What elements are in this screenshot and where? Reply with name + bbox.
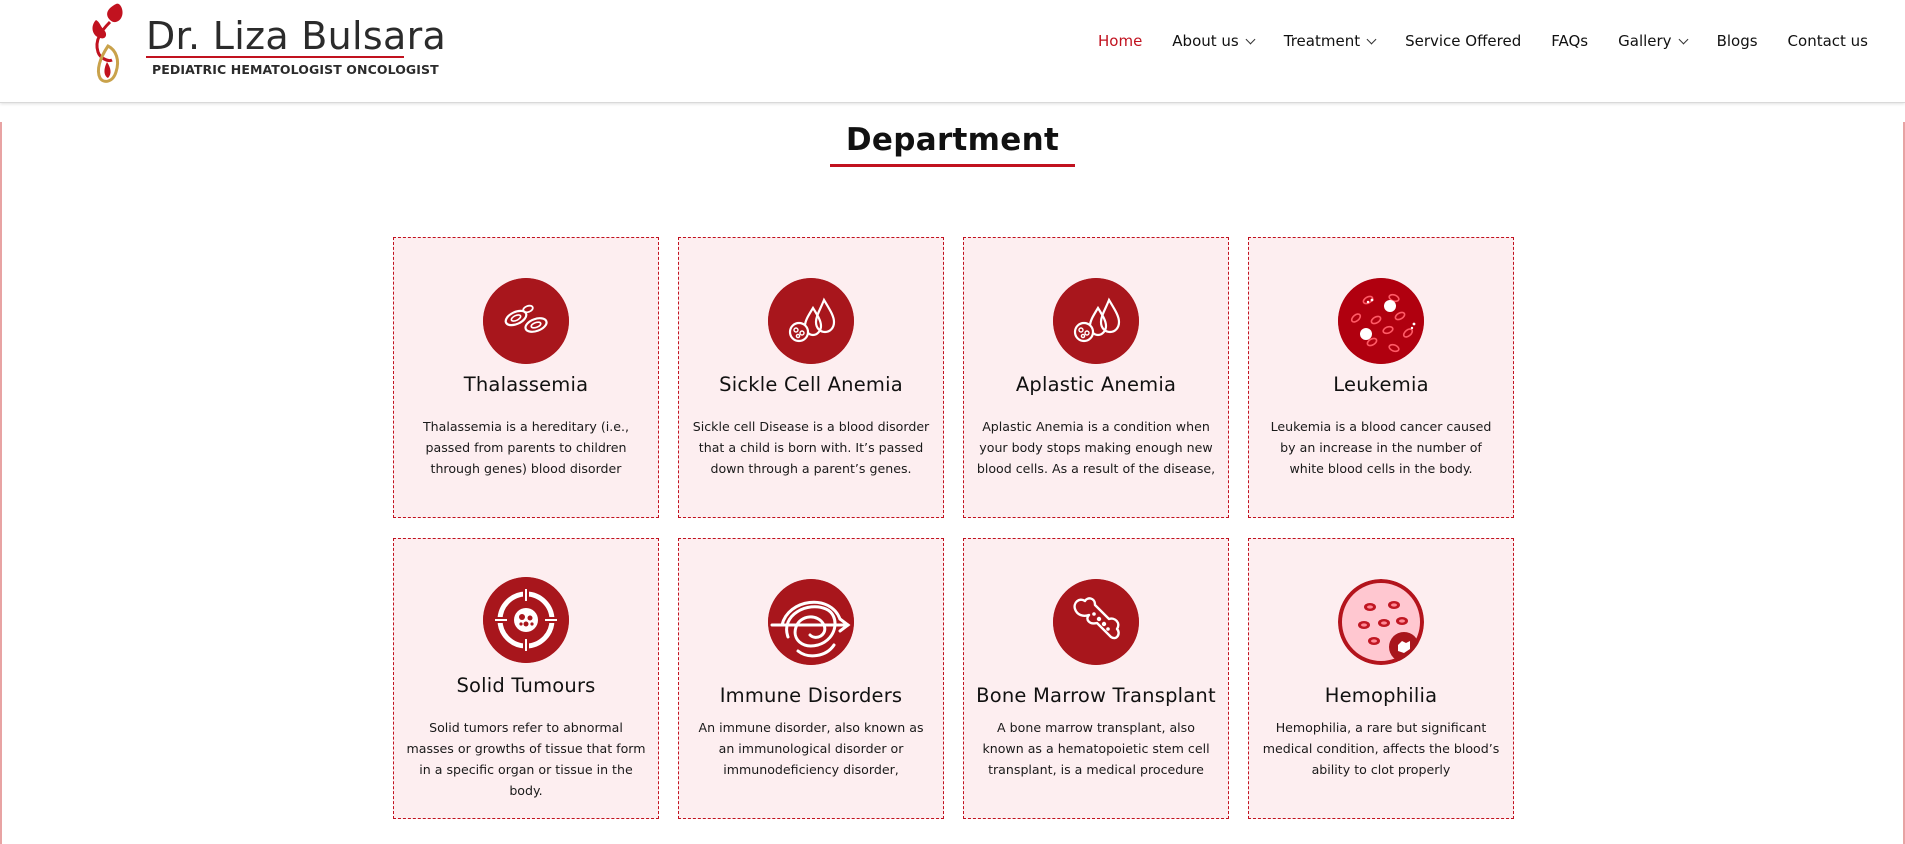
nav-treatment[interactable]: Treatment (1269, 30, 1390, 52)
department-grid: Thalassemia Thalassemia is a hereditary … (393, 237, 1515, 819)
nav-gallery-label: Gallery (1618, 32, 1672, 50)
nav-about-us[interactable]: About us (1157, 30, 1268, 52)
nav-about-us-label: About us (1172, 32, 1239, 50)
site-logo[interactable]: Dr. Liza Bulsara PEDIATRIC HEMATOLOGIST … (86, 0, 446, 92)
nav-treatment-label: Treatment (1283, 32, 1361, 50)
nav-contact-us-label: Contact us (1787, 32, 1868, 50)
main-nav: Home About us Treatment Service Offered … (1083, 30, 1883, 52)
blood-drops-cells-icon (1053, 278, 1139, 364)
department-title: Hemophilia (1324, 684, 1438, 707)
department-title: Sickle Cell Anemia (719, 373, 903, 396)
nav-blogs-label: Blogs (1716, 32, 1758, 50)
department-card-bone-marrow-transplant[interactable]: Bone Marrow Transplant A bone marrow tra… (963, 538, 1229, 819)
hemophilia-cells-icon (1338, 579, 1424, 665)
bone-marrow-icon (1053, 579, 1139, 665)
nav-blogs[interactable]: Blogs (1702, 30, 1773, 52)
department-title: Thalassemia (463, 373, 589, 396)
department-card-immune-disorders[interactable]: Immune Disorders An immune disorder, als… (678, 538, 944, 819)
department-card-sickle-cell-anemia[interactable]: Sickle Cell Anemia Sickle cell Disease i… (678, 237, 944, 518)
page-edge-left (0, 122, 2, 844)
page: Dr. Liza Bulsara PEDIATRIC HEMATOLOGIST … (0, 0, 1905, 844)
immune-network-icon (768, 579, 854, 665)
department-card-aplastic-anemia[interactable]: Aplastic Anemia Aplastic Anemia is a con… (963, 237, 1229, 518)
department-title: Solid Tumours (456, 674, 596, 697)
department-title: Immune Disorders (719, 684, 903, 707)
department-description: A bone marrow transplant, also known as … (982, 720, 1210, 777)
department-card-thalassemia[interactable]: Thalassemia Thalassemia is a hereditary … (393, 237, 659, 518)
nav-home-label: Home (1098, 32, 1143, 50)
department-description: Aplastic Anemia is a condition when your… (976, 419, 1216, 476)
chevron-down-icon (1366, 34, 1377, 44)
department-heading-wrap: Department (0, 122, 1905, 167)
department-description: Thalassemia is a hereditary (i.e., passe… (422, 419, 630, 476)
department-title: Bone Marrow Transplant (976, 684, 1216, 707)
department-heading: Department (829, 122, 1076, 167)
department-title: Leukemia (1333, 373, 1429, 396)
blood-cells-microscope-icon (1338, 278, 1424, 364)
department-card-leukemia[interactable]: Leukemia Leukemia is a blood cancer caus… (1248, 237, 1514, 518)
department-description: An immune disorder, also known as an imm… (698, 720, 924, 777)
nav-gallery[interactable]: Gallery (1603, 30, 1701, 52)
logo-mark-icon (92, 3, 123, 83)
department-card-hemophilia[interactable]: Hemophilia Hemophilia, a rare but signif… (1248, 538, 1514, 819)
nav-home[interactable]: Home (1083, 30, 1157, 52)
brand-tagline: PEDIATRIC HEMATOLOGIST ONCOLOGIST (152, 62, 439, 77)
department-description: Hemophilia, a rare but significant medic… (1262, 720, 1500, 777)
brand-underline (146, 56, 404, 58)
brand-name: Dr. Liza Bulsara (146, 14, 447, 58)
nav-service-offered[interactable]: Service Offered (1390, 30, 1536, 52)
department-description: Solid tumors refer to abnormal masses or… (406, 720, 646, 798)
department-title: Aplastic Anemia (1015, 373, 1177, 396)
nav-faqs-label: FAQs (1551, 32, 1589, 50)
red-blood-cells-icon (483, 278, 569, 364)
nav-service-offered-label: Service Offered (1405, 32, 1522, 50)
department-description: Sickle cell Disease is a blood disorder … (692, 419, 930, 476)
nav-contact-us[interactable]: Contact us (1773, 30, 1883, 52)
department-card-solid-tumours[interactable]: Solid Tumours Solid tumors refer to abno… (393, 538, 659, 819)
chevron-down-icon (1245, 34, 1256, 44)
chevron-down-icon (1678, 34, 1689, 44)
blood-drops-cells-icon (768, 278, 854, 364)
nav-faqs[interactable]: FAQs (1536, 30, 1603, 52)
site-header: Dr. Liza Bulsara PEDIATRIC HEMATOLOGIST … (0, 0, 1905, 103)
tumour-target-icon (483, 577, 569, 663)
department-description: Leukemia is a blood cancer caused by an … (1270, 419, 1492, 476)
